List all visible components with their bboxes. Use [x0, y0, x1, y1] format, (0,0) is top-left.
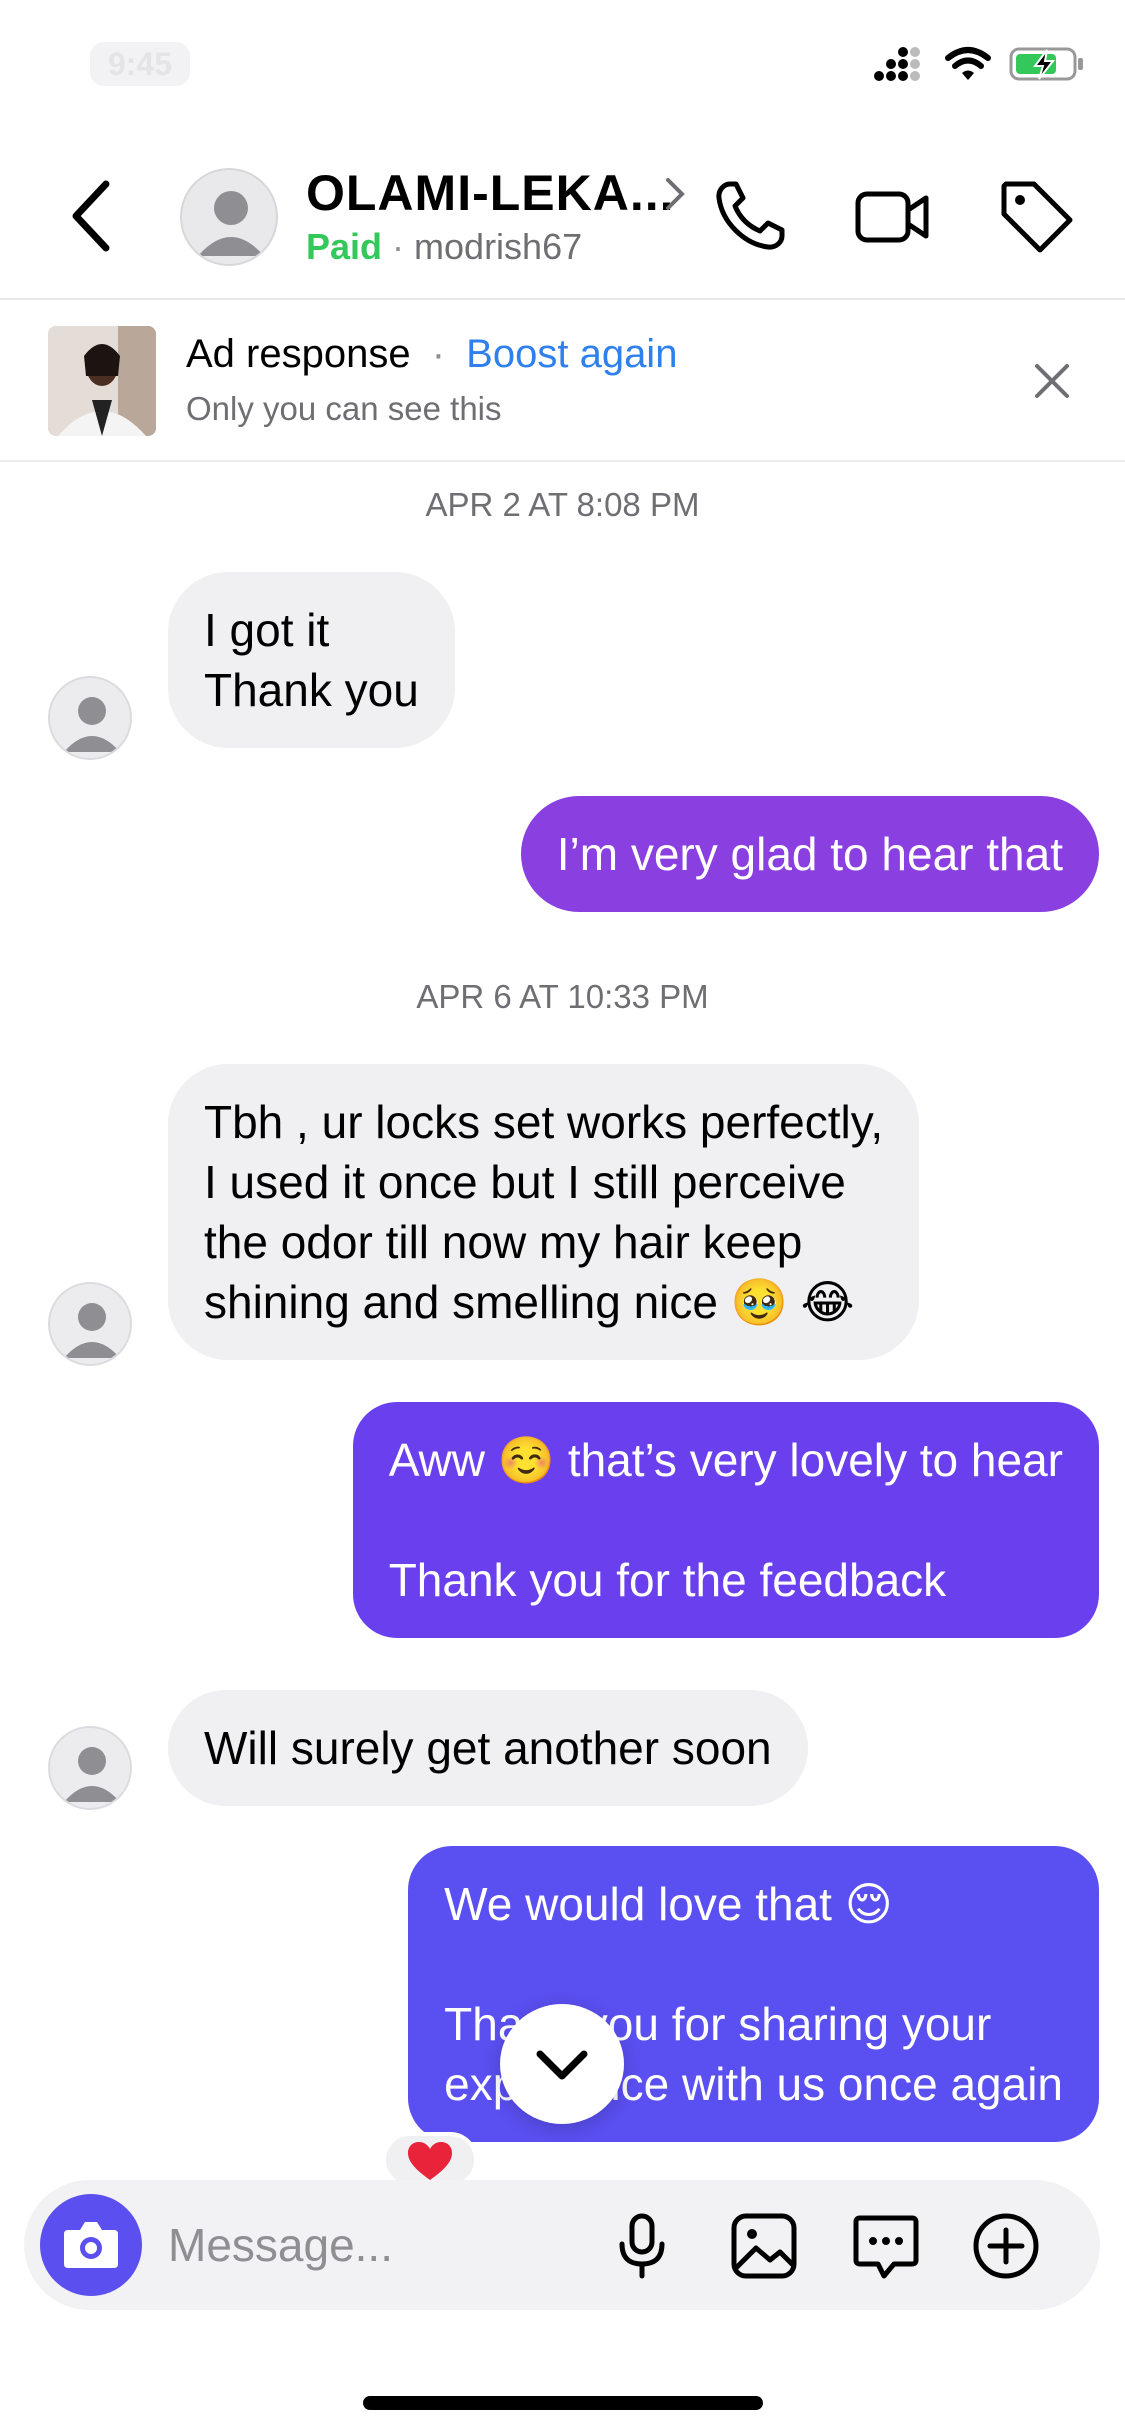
default-avatar-icon — [64, 1303, 120, 1358]
message-timestamp: APR 6 AT 10:33 PM — [416, 978, 709, 1015]
ad-subtitle: Only you can see this — [186, 390, 502, 427]
message-bubble-outgoing[interactable]: Aww ☺️ that’s very lovely to hear Thank … — [352, 1402, 1099, 1638]
wifi-icon — [945, 47, 991, 80]
sender-avatar[interactable] — [48, 1282, 132, 1366]
heart-icon — [408, 2142, 452, 2180]
separator-dot: · — [392, 226, 405, 267]
separator-dot: · — [431, 332, 446, 376]
ad-response-label: Ad response — [186, 332, 411, 376]
message-input[interactable] — [168, 2210, 588, 2280]
close-icon[interactable] — [1029, 358, 1075, 404]
status-icons — [873, 44, 1085, 84]
battery-charging-icon — [1009, 47, 1083, 81]
message-timestamp: APR 2 AT 8:08 PM — [425, 486, 700, 523]
video-camera-icon[interactable] — [852, 176, 932, 256]
boost-again-link[interactable]: Boost again — [466, 332, 677, 376]
default-avatar-icon — [198, 191, 264, 256]
chevron-right-icon[interactable] — [660, 174, 690, 214]
scroll-to-bottom-button[interactable] — [500, 2004, 624, 2124]
ad-response-banner: Ad response · Boost again Only you can s… — [0, 302, 1125, 462]
sender-avatar[interactable] — [48, 1726, 132, 1810]
plus-circle-icon[interactable] — [970, 2210, 1042, 2282]
home-indicator[interactable] — [363, 2396, 763, 2410]
phone-icon[interactable] — [710, 176, 790, 256]
contact-handle: modrish67 — [414, 226, 583, 267]
contact-name[interactable]: OLAMI-LEKA... — [306, 164, 675, 222]
image-icon[interactable] — [728, 2210, 800, 2282]
camera-button[interactable] — [40, 2194, 142, 2296]
ad-thumbnail-image — [48, 326, 156, 436]
ad-title-line: Ad response · Boost again — [186, 332, 677, 377]
message-bubble-outgoing[interactable]: I’m very glad to hear that — [520, 796, 1099, 912]
contact-subtitle: Paid · modrish67 — [306, 226, 582, 268]
status-bar: 9:45 — [0, 0, 1125, 140]
chat-header: OLAMI-LEKA... Paid · modrish67 — [0, 140, 1125, 300]
ad-thumbnail[interactable] — [48, 326, 156, 436]
message-bubble-incoming[interactable]: I got it Thank you — [168, 572, 455, 748]
message-composer — [24, 2180, 1100, 2310]
contact-avatar[interactable] — [180, 168, 278, 266]
default-avatar-icon — [64, 1747, 120, 1802]
message-bubble-incoming[interactable]: Will surely get another soon — [168, 1690, 808, 1806]
sender-avatar[interactable] — [48, 676, 132, 760]
back-chevron-icon[interactable] — [62, 176, 122, 256]
default-avatar-icon — [64, 697, 120, 752]
message-bubble-incoming[interactable]: Tbh , ur locks set works perfectly, I us… — [168, 1064, 920, 1360]
chevron-down-icon — [536, 2050, 588, 2080]
microphone-icon[interactable] — [606, 2210, 678, 2282]
camera-icon — [64, 2222, 118, 2268]
paid-label: Paid — [306, 226, 383, 267]
chat-bubble-icon[interactable] — [850, 2210, 922, 2282]
tag-icon[interactable] — [996, 176, 1076, 256]
cellular-signal-icon — [874, 47, 920, 81]
status-time: 9:45 — [90, 42, 190, 86]
